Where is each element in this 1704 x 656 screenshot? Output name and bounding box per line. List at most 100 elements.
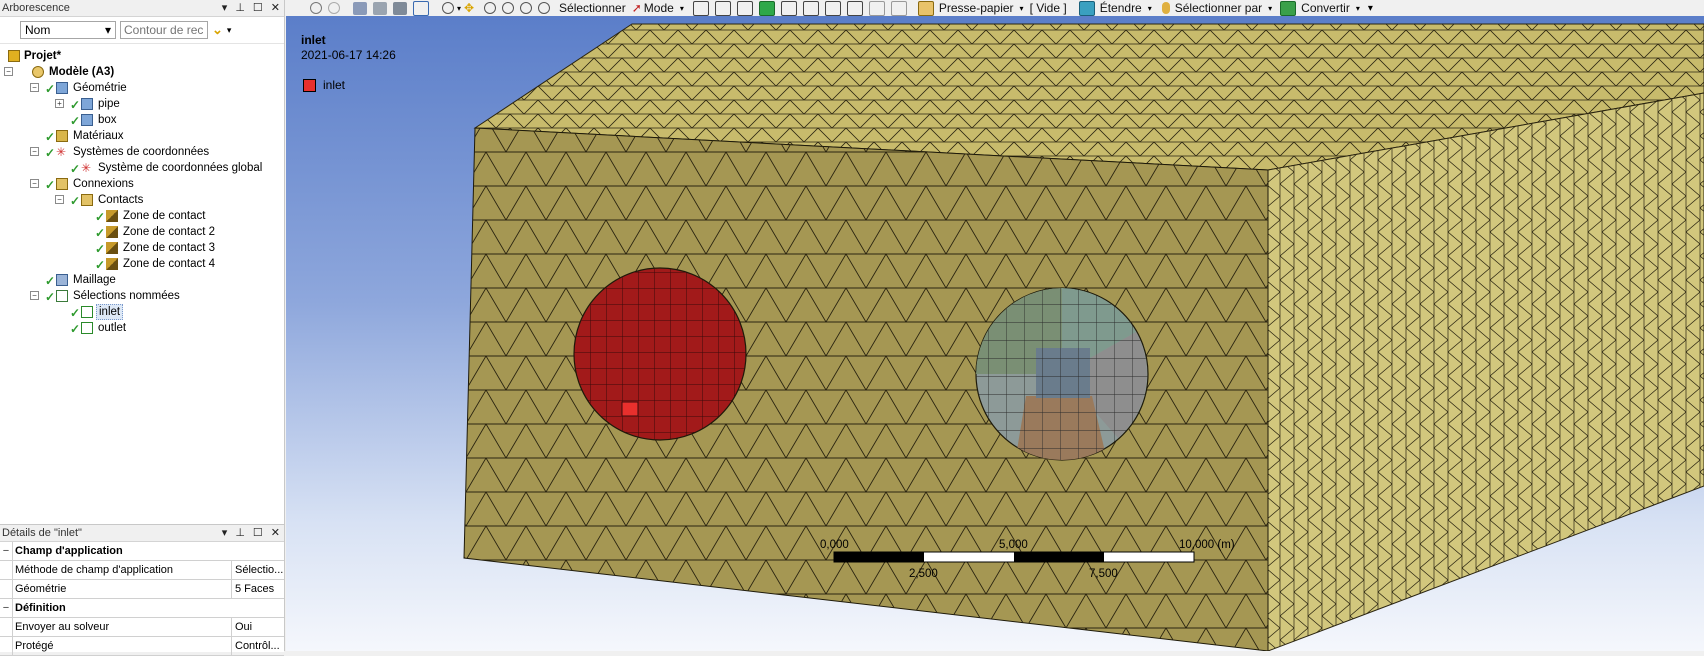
collapse-toggle[interactable]: − (30, 291, 39, 300)
collapse-toggle[interactable]: − (55, 195, 64, 204)
rotate-icon[interactable] (442, 2, 454, 14)
tree-item-coordinate-systems[interactable]: − ✓ ✳ Systèmes de coordonnées (0, 144, 284, 160)
tree-item-box[interactable]: ✓ box (0, 112, 284, 128)
inlet-marker (621, 401, 639, 417)
chevron-down-icon[interactable]: ▾ (680, 4, 684, 13)
solid-icon[interactable] (373, 1, 387, 15)
extend-icon[interactable] (1078, 0, 1095, 16)
label-icon[interactable] (890, 0, 907, 16)
property-value[interactable]: Contrôl... (232, 637, 284, 655)
tree-item-modele[interactable]: − Modèle (A3) (0, 64, 284, 80)
tree-item-label: Zone de contact (123, 210, 206, 222)
maximize-icon[interactable]: ☐ (253, 0, 263, 16)
select-face-icon[interactable] (736, 0, 753, 16)
tree-item-maillage[interactable]: ✓ Maillage (0, 272, 284, 288)
zoom-fit-icon[interactable] (520, 2, 533, 14)
shaded-view-icon[interactable] (353, 1, 367, 15)
details-row-send-to-solver[interactable]: Envoyer au solveur Oui (0, 618, 284, 637)
chevron-down-icon[interactable]: ▾ (1148, 4, 1152, 13)
chevron-down-icon[interactable]: ▾ (457, 4, 461, 13)
panel-menu-icon[interactable]: ▾ (222, 0, 228, 16)
select-element-face-icon[interactable] (802, 0, 819, 16)
box-zoom-icon[interactable] (502, 2, 515, 14)
close-icon[interactable]: ✕ (271, 0, 280, 16)
model-icon (32, 66, 44, 78)
collapse-toggle[interactable]: − (30, 83, 39, 92)
tree-item-materiaux[interactable]: ✓ Matériaux (0, 128, 284, 144)
tree-item-geometrie[interactable]: − ✓ Géométrie (0, 80, 284, 96)
details-panel-header: Détails de "inlet" ▾ ⊥ ☐ ✕ (0, 525, 284, 542)
tree-item-contact-zone-3[interactable]: ✓ Zone de contact 3 (0, 240, 284, 256)
edges-icon[interactable] (393, 1, 407, 15)
convert-icon[interactable] (1280, 0, 1297, 16)
zoom-out-icon[interactable] (328, 2, 340, 14)
filter-dropdown-icon[interactable]: ⌄ (212, 22, 223, 38)
pin-icon[interactable]: ⊥ (235, 0, 245, 16)
tree-item-contact-zone-2[interactable]: ✓ Zone de contact 2 (0, 224, 284, 240)
tree-item-label: Modèle (A3) (49, 66, 115, 78)
tree-search-input[interactable] (120, 21, 208, 39)
select-edge-icon[interactable] (714, 0, 731, 16)
tree-item-global-coordinate-system[interactable]: ✓ ✳ Système de coordonnées global (0, 160, 284, 176)
select-body-icon[interactable] (758, 0, 775, 16)
filter-menu-icon[interactable]: ▾ (227, 25, 232, 36)
clipboard-icon[interactable] (917, 0, 934, 16)
pan-icon[interactable]: ✥ (464, 1, 478, 15)
tree-select-icon[interactable] (868, 0, 885, 16)
collapse-toggle[interactable]: − (0, 542, 13, 560)
filter-select[interactable]: Nom ▾ (20, 21, 116, 39)
details-section-definition[interactable]: − Définition (0, 599, 284, 618)
tree-item-named-selections[interactable]: − ✓ Sélections nommées (0, 288, 284, 304)
toolbar-overflow-icon[interactable]: ▾ (1368, 3, 1373, 14)
tree-item-pipe[interactable]: + ✓ pipe (0, 96, 284, 112)
select-element-icon[interactable] (824, 0, 841, 16)
property-value[interactable]: 5 Faces (232, 580, 284, 598)
tree-item-outlet[interactable]: ✓ outlet (0, 320, 284, 336)
collapse-toggle[interactable]: − (30, 147, 39, 156)
named-selection-icon (81, 322, 93, 334)
property-value[interactable]: Sélectio... (232, 561, 284, 579)
graphics-viewport[interactable]: inlet 2021-06-17 14:26 inlet 0,000 5,000… (286, 16, 1704, 651)
check-icon: ✓ (70, 306, 81, 320)
tree-item-contact-zone[interactable]: ✓ Zone de contact (0, 208, 284, 224)
property-value[interactable]: Oui (232, 618, 284, 636)
panel-menu-icon[interactable]: ▾ (222, 525, 228, 541)
magnifier-icon[interactable] (538, 2, 551, 14)
collapse-toggle[interactable]: − (30, 179, 39, 188)
selection-filter-icon[interactable] (413, 0, 429, 16)
zoom-icon[interactable] (484, 2, 497, 14)
select-mesh-icon[interactable] (846, 0, 863, 16)
convert-dropdown[interactable]: Convertir (1301, 1, 1350, 15)
close-icon[interactable]: ✕ (271, 525, 280, 541)
details-section-scope[interactable]: − Champ d'application (0, 542, 284, 561)
details-row-scoping-method[interactable]: Méthode de champ d'application Sélectio.… (0, 561, 284, 580)
select-by-dropdown[interactable]: Sélectionner par (1175, 1, 1262, 15)
mesh-model[interactable] (286, 16, 1704, 651)
details-row-geometry[interactable]: Géométrie 5 Faces (0, 580, 284, 599)
tree-item-inlet[interactable]: ✓ inlet (0, 304, 284, 320)
select-node-icon[interactable] (780, 0, 797, 16)
inlet-face[interactable] (573, 267, 747, 441)
pin-icon[interactable]: ⊥ (235, 525, 245, 541)
chevron-down-icon[interactable]: ▾ (1356, 4, 1360, 13)
chevron-down-icon[interactable]: ▾ (1020, 4, 1024, 13)
select-button[interactable]: Sélectionner (559, 1, 626, 15)
maximize-icon[interactable]: ☐ (253, 525, 263, 541)
tree-item-connexions[interactable]: − ✓ Connexions (0, 176, 284, 192)
collapse-toggle[interactable]: − (0, 599, 13, 617)
collapse-toggle[interactable]: − (4, 67, 13, 76)
clipboard-dropdown[interactable]: Presse-papier (939, 1, 1014, 15)
select-vertex-icon[interactable] (692, 0, 709, 16)
tree-item-contacts[interactable]: − ✓ Contacts (0, 192, 284, 208)
tree-item-projet[interactable]: Projet* (0, 48, 284, 64)
chevron-down-icon: ▾ (104, 23, 111, 37)
details-row-protected[interactable]: Protégé Contrôl... (0, 637, 284, 656)
extend-dropdown[interactable]: Étendre (1100, 1, 1142, 15)
check-icon: ✓ (95, 258, 106, 272)
mode-dropdown[interactable]: Mode (644, 1, 674, 15)
chevron-down-icon[interactable]: ▾ (1268, 4, 1272, 13)
zoom-in-icon[interactable] (310, 2, 322, 14)
expand-toggle[interactable]: + (55, 99, 64, 108)
select-by-icon[interactable] (1161, 2, 1170, 14)
tree-item-contact-zone-4[interactable]: ✓ Zone de contact 4 (0, 256, 284, 272)
